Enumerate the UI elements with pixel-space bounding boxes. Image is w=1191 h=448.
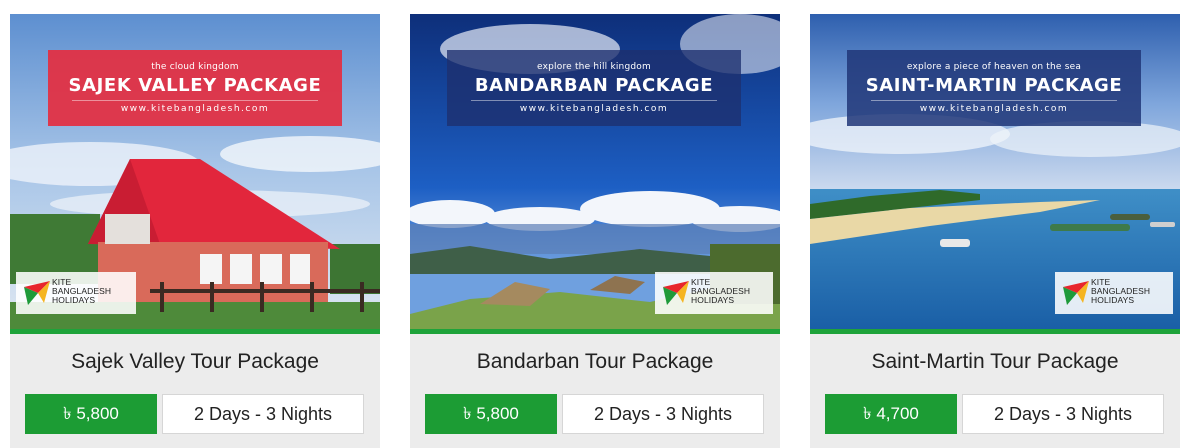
package-title[interactable]: Saint-Martin Tour Package bbox=[810, 350, 1180, 374]
logo-text: KITE BANGLADESH HOLIDAYS bbox=[691, 278, 750, 305]
card-accent-bar bbox=[410, 329, 780, 334]
banner-subtitle: the cloud kingdom bbox=[151, 62, 239, 72]
duration-badge: 2 Days - 3 Nights bbox=[962, 394, 1164, 434]
banner-divider bbox=[72, 100, 318, 101]
banner-title: SAJEK VALLEY PACKAGE bbox=[68, 75, 322, 96]
logo-line-holidays: HOLIDAYS bbox=[1091, 295, 1135, 305]
banner-url: www.kitebangladesh.com bbox=[519, 104, 669, 114]
package-card-sajek[interactable]: the cloud kingdom SAJEK VALLEY PACKAGE w… bbox=[10, 14, 380, 448]
kite-logo-icon bbox=[24, 281, 50, 305]
package-title[interactable]: Bandarban Tour Package bbox=[410, 350, 780, 374]
banner-divider bbox=[871, 100, 1117, 101]
card-accent-bar bbox=[810, 329, 1180, 334]
logo-text: KITE BANGLADESH HOLIDAYS bbox=[52, 278, 111, 305]
banner-url: www.kitebangladesh.com bbox=[120, 104, 270, 114]
package-banner: explore a piece of heaven on the sea SAI… bbox=[847, 50, 1141, 126]
card-accent-bar bbox=[10, 329, 380, 334]
banner-title: BANDARBAN PACKAGE bbox=[474, 75, 714, 96]
banner-subtitle: explore the hill kingdom bbox=[537, 62, 651, 72]
banner-subtitle: explore a piece of heaven on the sea bbox=[906, 62, 1082, 72]
duration-badge: 2 Days - 3 Nights bbox=[562, 394, 764, 434]
kite-logo: KITE BANGLADESH HOLIDAYS bbox=[1055, 272, 1173, 314]
package-title[interactable]: Sajek Valley Tour Package bbox=[10, 350, 380, 374]
price-badge: ৳ 4,700 bbox=[825, 394, 957, 434]
logo-line-holidays: HOLIDAYS bbox=[691, 295, 735, 305]
price-badge: ৳ 5,800 bbox=[25, 394, 157, 434]
package-card-bandarban[interactable]: explore the hill kingdom BANDARBAN PACKA… bbox=[410, 14, 780, 448]
logo-line-holidays: HOLIDAYS bbox=[52, 295, 96, 305]
banner-divider bbox=[471, 100, 717, 101]
package-banner: the cloud kingdom SAJEK VALLEY PACKAGE w… bbox=[48, 50, 342, 126]
package-card-saint-martin[interactable]: explore a piece of heaven on the sea SAI… bbox=[810, 14, 1180, 448]
kite-logo: KITE BANGLADESH HOLIDAYS bbox=[655, 272, 773, 314]
price-badge: ৳ 5,800 bbox=[425, 394, 557, 434]
banner-title: SAINT-MARTIN PACKAGE bbox=[865, 75, 1123, 96]
package-banner: explore the hill kingdom BANDARBAN PACKA… bbox=[447, 50, 741, 126]
banner-url: www.kitebangladesh.com bbox=[919, 104, 1069, 114]
duration-badge: 2 Days - 3 Nights bbox=[162, 394, 364, 434]
kite-logo: KITE BANGLADESH HOLIDAYS bbox=[16, 272, 136, 314]
kite-logo-icon bbox=[1063, 281, 1089, 305]
logo-text: KITE BANGLADESH HOLIDAYS bbox=[1091, 278, 1150, 305]
kite-logo-icon bbox=[663, 281, 689, 305]
